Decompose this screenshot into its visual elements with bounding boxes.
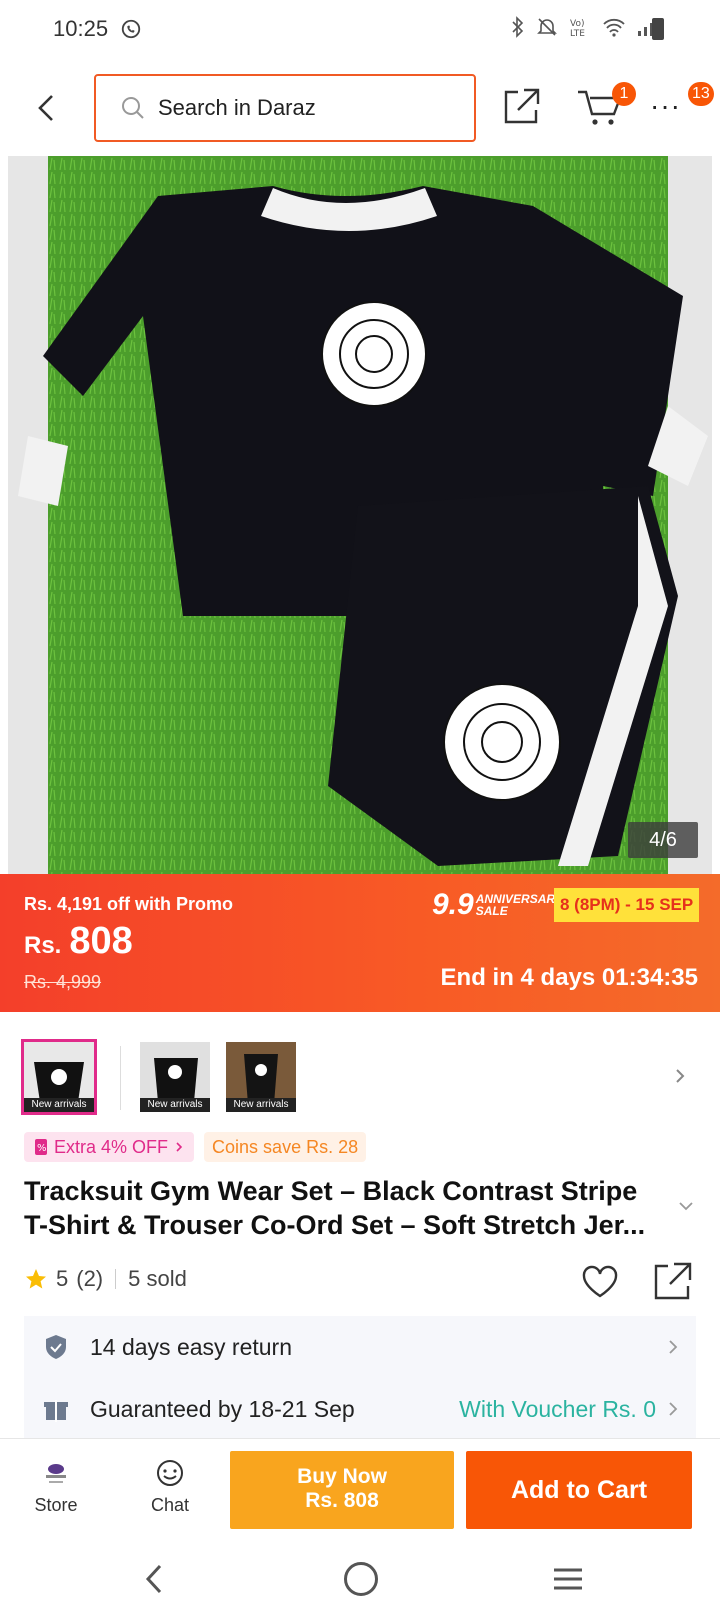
- nav-home-icon[interactable]: [344, 1562, 378, 1596]
- star-icon: [26, 1269, 46, 1289]
- chevron-right-icon: [669, 1340, 678, 1354]
- sale-logo: 9.9 ANNIVERSARY SALE: [432, 888, 566, 922]
- promo-banner: Rs. 4,191 off with Promo Rs. 808 Rs. 4,99…: [0, 874, 720, 1012]
- thumbnail-3[interactable]: New arrivals: [226, 1042, 296, 1112]
- share-icon[interactable]: [652, 1260, 694, 1302]
- delivery-voucher: With Voucher Rs. 0: [459, 1395, 656, 1422]
- thumbnail-strip: New arrivals New arrivals New arrivals: [0, 1034, 720, 1115]
- more-menu-icon[interactable]: ···: [650, 90, 690, 121]
- sale-number: 9.9: [432, 888, 474, 921]
- cart-count-badge: 1: [612, 82, 636, 106]
- store-logo-icon: [46, 1464, 66, 1483]
- buy-now-label: Buy Now: [297, 1465, 387, 1488]
- buy-now-button[interactable]: Buy Now Rs. 808: [230, 1451, 454, 1529]
- promo-off-text: Rs. 4,191 off with Promo: [24, 894, 234, 914]
- chevron-right-icon: [176, 1142, 183, 1152]
- add-to-cart-button[interactable]: Add to Cart: [466, 1451, 692, 1529]
- back-arrow-icon[interactable]: [28, 86, 68, 130]
- buy-now-price: Rs. 808: [305, 1489, 379, 1512]
- thumbnail-divider: [120, 1046, 121, 1110]
- chevron-down-icon[interactable]: [676, 1196, 696, 1216]
- chat-label: Chat: [150, 1495, 190, 1515]
- svg-text:Vo): Vo): [570, 19, 584, 29]
- product-title-line-2: T-Shirt & Trouser Co-Ord Set – Soft Stre…: [24, 1210, 646, 1240]
- review-count: (2): [76, 1266, 104, 1291]
- store-button[interactable]: Store: [16, 1453, 96, 1516]
- chevron-right-icon[interactable]: [670, 1064, 690, 1088]
- chat-button[interactable]: Chat: [130, 1453, 210, 1516]
- whatsapp-icon: [121, 19, 141, 39]
- sale-word: ANNIVERSARY SALE: [475, 892, 563, 918]
- voucher-text: Extra 4% OFF: [54, 1137, 169, 1157]
- price-currency: Rs.: [24, 932, 62, 959]
- thumbnail-label: New arrivals: [24, 1098, 94, 1112]
- svg-text:%: %: [37, 1143, 47, 1154]
- sold-count: 5 sold: [128, 1266, 187, 1291]
- top-header: Search in Daraz 1 ··· 13: [0, 60, 720, 156]
- current-price: Rs. 808: [24, 920, 133, 963]
- original-price: Rs. 4,999: [24, 972, 102, 992]
- delivery-text: Guaranteed by 18-21 Sep: [90, 1395, 355, 1422]
- bottom-action-bar: Store Chat Buy Now Rs. 808 Add to Cart: [0, 1438, 720, 1546]
- svg-text:LTE: LTE: [570, 29, 585, 38]
- gift-icon: [44, 1400, 68, 1422]
- status-icons: Vo) LTE: [510, 16, 660, 38]
- search-icon: [122, 97, 144, 119]
- system-nav-bar: [0, 1546, 720, 1612]
- mute-icon: [537, 18, 557, 36]
- return-policy-row[interactable]: 14 days easy return: [24, 1316, 696, 1378]
- voucher-tag[interactable]: % Extra 4% OFF: [24, 1132, 195, 1162]
- notification-count-badge: 13: [688, 82, 714, 106]
- sale-dates: 8 (8PM) - 15 SEP: [554, 888, 700, 922]
- battery-icon: [652, 18, 664, 40]
- heart-icon[interactable]: [580, 1262, 620, 1302]
- price-amount: 808: [69, 920, 133, 962]
- volte-icon: Vo)LTE: [570, 19, 585, 38]
- thumbnail-label: New arrivals: [140, 1098, 210, 1112]
- return-text: 14 days easy return: [90, 1333, 293, 1360]
- wifi-icon: [603, 18, 625, 37]
- search-input[interactable]: Search in Daraz: [94, 74, 476, 142]
- thumbnail-2[interactable]: New arrivals: [140, 1042, 210, 1112]
- countdown-timer: End in 4 days 01:34:35: [440, 964, 698, 991]
- bluetooth-icon: [512, 16, 524, 38]
- product-image[interactable]: [8, 156, 712, 874]
- chevron-right-icon: [669, 1402, 678, 1416]
- nav-back-icon[interactable]: [140, 1562, 168, 1596]
- service-info: 14 days easy return Guaranteed by 18-21 …: [24, 1316, 696, 1440]
- voucher-icon: %: [35, 1139, 47, 1155]
- share-icon[interactable]: [500, 84, 544, 128]
- product-title[interactable]: Tracksuit Gym Wear Set – Black Contrast …: [24, 1174, 664, 1242]
- rating-value: 5: [56, 1266, 69, 1291]
- store-label: Store: [34, 1495, 78, 1515]
- promo-tags: % Extra 4% OFF Coins save Rs. 28: [24, 1132, 367, 1162]
- rating-row[interactable]: 5 (2) 5 sold: [24, 1266, 187, 1292]
- search-placeholder: Search in Daraz: [158, 95, 316, 120]
- chat-icon: [157, 1460, 183, 1486]
- shield-check-icon: [46, 1335, 66, 1359]
- thumbnail-label: New arrivals: [226, 1098, 296, 1112]
- product-photo: [8, 156, 712, 874]
- status-time: 10:25: [53, 16, 109, 41]
- nav-recents-icon[interactable]: [552, 1566, 584, 1592]
- image-counter: 4/6: [628, 822, 698, 858]
- delivery-row[interactable]: Guaranteed by 18-21 Sep With Voucher Rs.…: [24, 1378, 696, 1440]
- product-title-line-1: Tracksuit Gym Wear Set – Black Contrast …: [24, 1176, 638, 1206]
- rating-divider: [115, 1269, 117, 1289]
- coins-tag[interactable]: Coins save Rs. 28: [204, 1132, 367, 1162]
- status-bar: 10:25 Vo) LTE: [0, 0, 720, 60]
- thumbnail-1[interactable]: New arrivals: [21, 1039, 97, 1115]
